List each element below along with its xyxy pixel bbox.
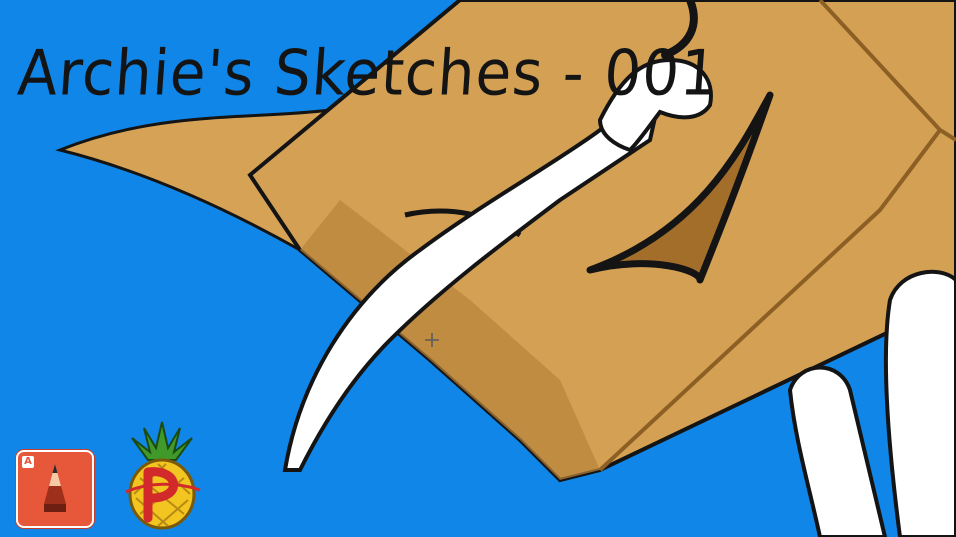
pineapple-logo-icon [125, 421, 201, 530]
foot-middle [787, 365, 888, 537]
sketch-title: Archie's Sketches - 001 [15, 36, 721, 110]
foot-right [883, 269, 956, 537]
app-badge: A [22, 456, 34, 468]
sketchbook-app-icon: A [16, 450, 94, 528]
